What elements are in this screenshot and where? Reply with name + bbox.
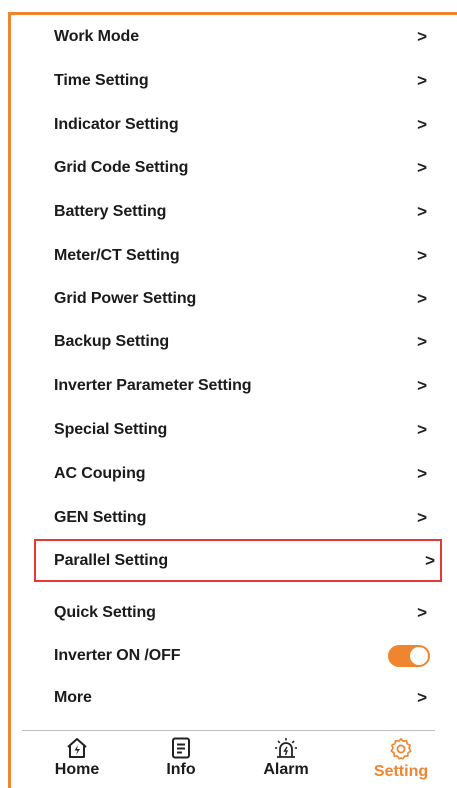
alarm-icon	[275, 738, 297, 758]
tab-alarm[interactable]: Alarm	[246, 733, 326, 785]
tab-label: Info	[166, 761, 196, 778]
tabbar-divider	[22, 730, 435, 731]
tab-info[interactable]: Info	[141, 733, 221, 785]
menu-item-label: AC Couping	[54, 465, 146, 482]
menu-item-label: Special Setting	[54, 421, 168, 438]
chevron-right-icon: >	[417, 289, 427, 308]
chevron-right-icon: >	[417, 376, 427, 395]
chevron-right-icon: >	[425, 550, 435, 570]
menu-item-grid-power-setting[interactable]: Grid Power Setting >	[11, 279, 457, 319]
menu-item-label: Battery Setting	[54, 203, 167, 220]
menu-item-label: More	[54, 689, 92, 706]
chevron-right-icon: >	[417, 603, 427, 622]
chevron-right-icon: >	[417, 246, 427, 265]
bottom-tab-bar: Home Info Alarm Setting	[11, 733, 457, 788]
menu-item-label: Backup Setting	[54, 333, 170, 350]
tab-setting[interactable]: Setting	[361, 733, 441, 785]
chevron-right-icon: >	[417, 115, 427, 134]
chevron-right-icon: >	[417, 420, 427, 439]
menu-item-grid-code-setting[interactable]: Grid Code Setting >	[11, 148, 457, 188]
chevron-right-icon: >	[417, 158, 427, 177]
menu-item-ac-couping[interactable]: AC Couping >	[11, 454, 457, 494]
menu-item-time-setting[interactable]: Time Setting >	[11, 61, 457, 101]
chevron-right-icon: >	[417, 508, 427, 527]
tab-label: Alarm	[263, 761, 309, 778]
menu-item-label: Work Mode	[54, 28, 140, 45]
tab-label: Home	[54, 761, 100, 778]
menu-item-label: Meter/CT Setting	[54, 247, 180, 264]
menu-item-quick-setting[interactable]: Quick Setting >	[11, 593, 457, 633]
menu-item-backup-setting[interactable]: Backup Setting >	[11, 322, 457, 362]
menu-item-label: Quick Setting	[54, 604, 156, 621]
info-icon	[172, 737, 190, 759]
menu-item-inverter-on-off: Inverter ON /OFF	[11, 636, 457, 676]
gear-icon	[390, 738, 412, 760]
toggle-knob	[410, 647, 428, 665]
menu-item-special-setting[interactable]: Special Setting >	[11, 410, 457, 450]
menu-item-label: Parallel Setting	[54, 551, 168, 569]
chevron-right-icon: >	[417, 464, 427, 483]
menu-item-battery-setting[interactable]: Battery Setting >	[11, 192, 457, 232]
inverter-power-toggle[interactable]	[388, 645, 430, 667]
chevron-right-icon: >	[417, 332, 427, 351]
menu-item-work-mode[interactable]: Work Mode >	[11, 17, 457, 57]
menu-item-label: Grid Code Setting	[54, 159, 189, 176]
home-icon	[67, 738, 87, 758]
menu-item-label: Grid Power Setting	[54, 290, 197, 307]
menu-item-indicator-setting[interactable]: Indicator Setting >	[11, 105, 457, 145]
menu-item-label: Inverter ON /OFF	[54, 647, 181, 664]
chevron-right-icon: >	[417, 71, 427, 90]
menu-item-label: Time Setting	[54, 72, 149, 89]
menu-item-meter-ct-setting[interactable]: Meter/CT Setting >	[11, 236, 457, 276]
menu-item-label: Indicator Setting	[54, 116, 179, 133]
menu-item-gen-setting[interactable]: GEN Setting >	[11, 498, 457, 538]
menu-item-more[interactable]: More >	[11, 678, 457, 718]
menu-item-parallel-setting[interactable]: Parallel Setting >	[34, 539, 442, 582]
tab-label: Setting	[373, 763, 429, 780]
top-accent-border	[8, 12, 457, 15]
menu-item-label: GEN Setting	[54, 509, 147, 526]
chevron-right-icon: >	[417, 202, 427, 221]
chevron-right-icon: >	[417, 27, 427, 46]
tab-home[interactable]: Home	[37, 733, 117, 785]
menu-item-label: Inverter Parameter Setting	[54, 377, 252, 394]
menu-item-inverter-parameter-setting[interactable]: Inverter Parameter Setting >	[11, 366, 457, 406]
chevron-right-icon: >	[417, 688, 427, 707]
